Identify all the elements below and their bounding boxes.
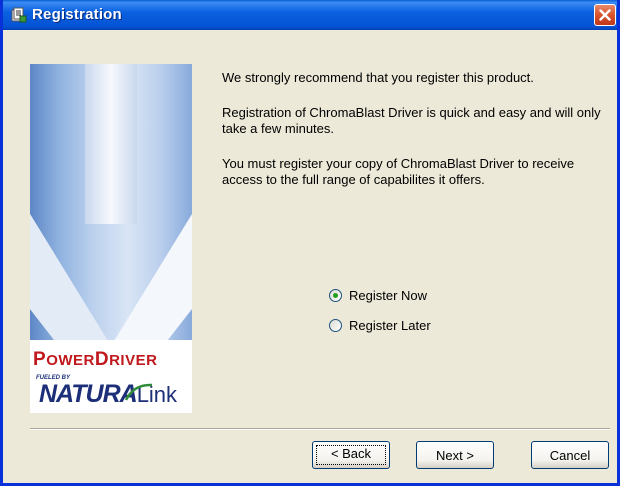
window-title: Registration xyxy=(32,6,122,23)
back-button[interactable]: < Back xyxy=(312,441,390,469)
recommend-message: We strongly recommend that you register … xyxy=(222,70,534,85)
radio-circle-icon[interactable] xyxy=(329,289,342,302)
radio-circle-icon[interactable] xyxy=(329,319,342,332)
title-bar[interactable]: Registration xyxy=(3,0,617,30)
registration-dialog: Registration POWERDRIVER FUELED BY NATUR… xyxy=(0,0,620,486)
swoosh-icon xyxy=(124,383,153,401)
naturalink-logo: NATURALink xyxy=(39,380,178,408)
access-message: You must register your copy of ChromaBla… xyxy=(222,156,575,187)
separator-line xyxy=(30,428,610,430)
register-later-label[interactable]: Register Later xyxy=(349,318,431,333)
register-now-label[interactable]: Register Now xyxy=(349,288,427,303)
close-icon xyxy=(599,9,611,21)
registration-app-icon xyxy=(11,7,27,23)
cancel-button[interactable]: Cancel xyxy=(531,441,609,469)
radio-selected-dot xyxy=(333,293,338,298)
close-button[interactable] xyxy=(594,4,616,26)
next-button[interactable]: Next > xyxy=(416,441,494,469)
sidebar-logo-panel: POWERDRIVER FUELED BY NATURALink xyxy=(30,64,192,413)
quick-registration-message: Registration of ChromaBlast Driver is qu… xyxy=(222,105,601,136)
powerdriver-logo: POWERDRIVER xyxy=(33,349,158,370)
